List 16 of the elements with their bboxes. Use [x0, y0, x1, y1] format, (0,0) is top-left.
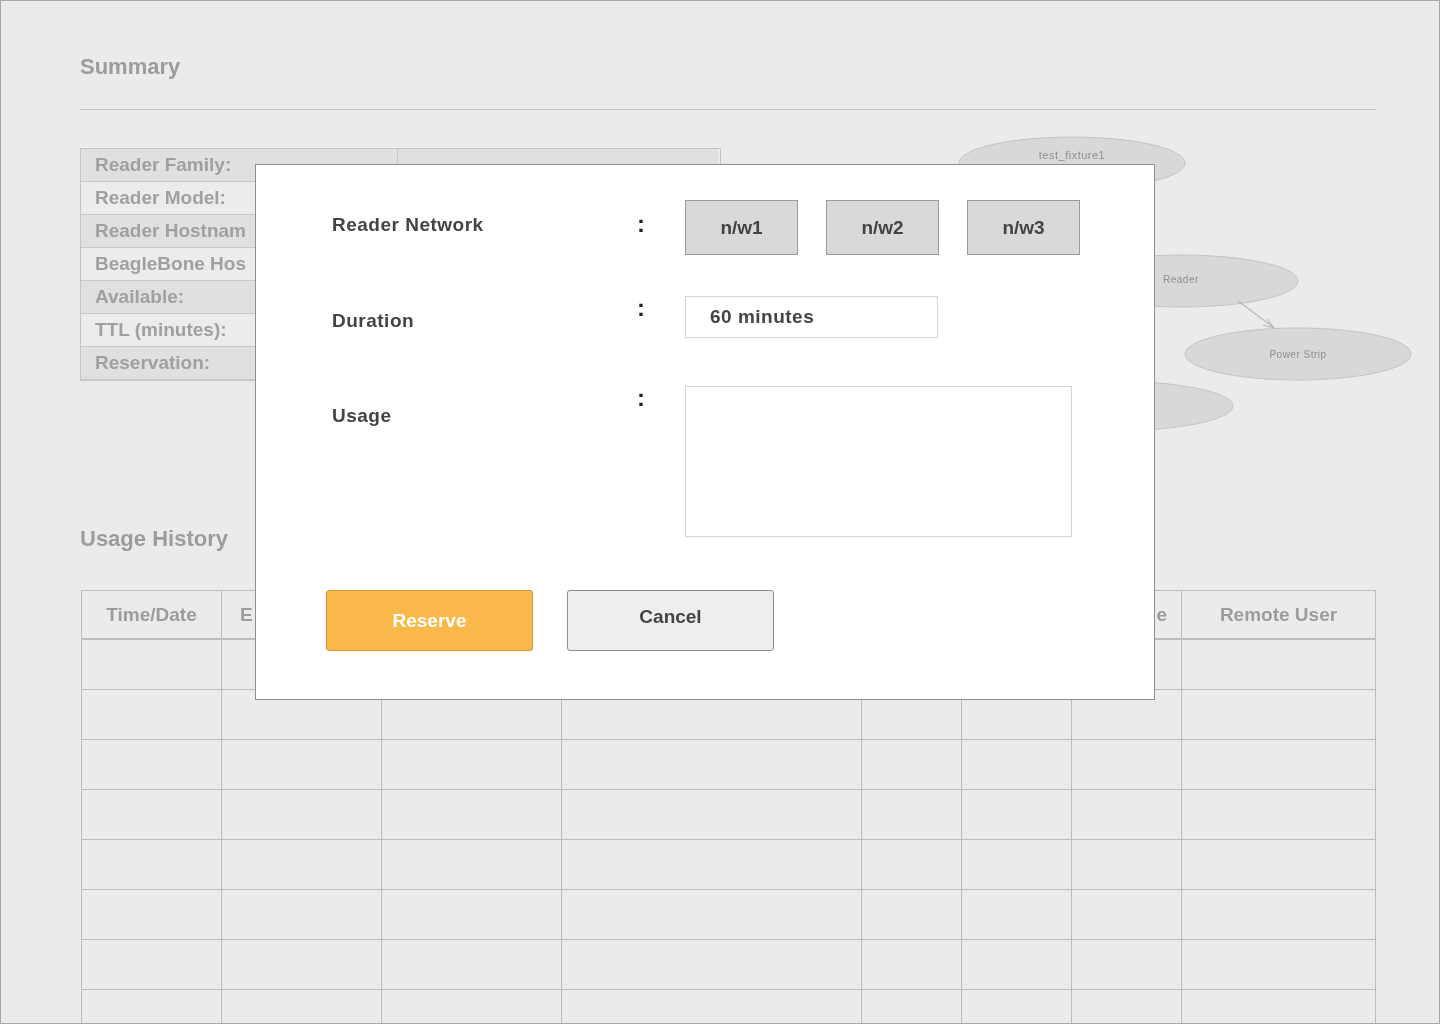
section-title: Usage History — [80, 525, 229, 553]
cancel-button[interactable]: Cancel — [567, 590, 774, 651]
network-option-button[interactable]: n/w3 — [967, 200, 1080, 255]
field-label: Usage — [332, 404, 393, 427]
usage-field[interactable] — [685, 386, 1072, 537]
duration-field[interactable]: 60 minutes — [685, 296, 938, 338]
column-header: Remote User — [1182, 591, 1376, 640]
colon-separator: : — [637, 209, 646, 236]
colon-separator: : — [637, 296, 646, 320]
network-option-button[interactable]: n/w2 — [826, 200, 939, 255]
colon-separator: : — [637, 386, 646, 410]
diagram-node: Power Strip — [1184, 327, 1412, 381]
section-title: Summary — [80, 53, 182, 81]
column-header: Time/Date — [82, 591, 222, 640]
arrow-connector — [1237, 300, 1276, 330]
network-option-button[interactable]: n/w1 — [685, 200, 798, 255]
